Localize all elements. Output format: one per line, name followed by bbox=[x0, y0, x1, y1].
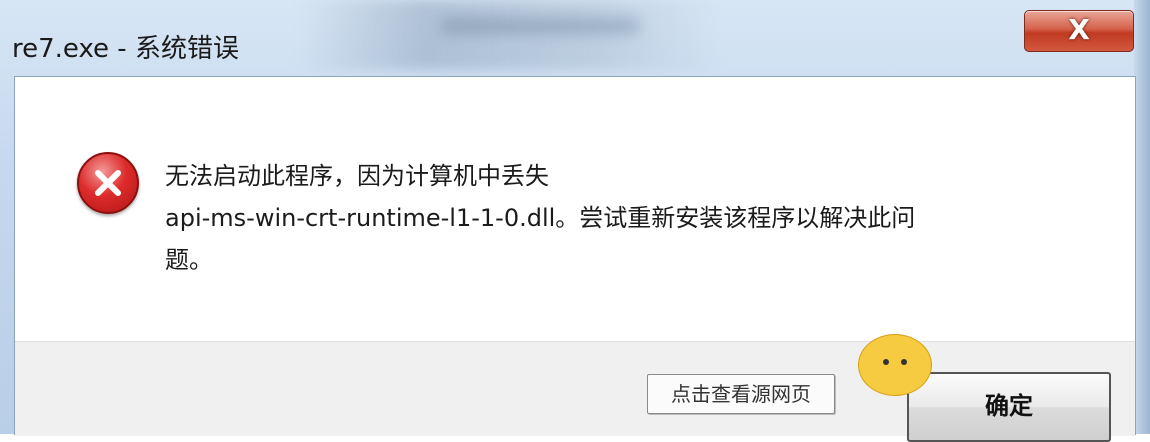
ok-button[interactable]: 确定 bbox=[907, 372, 1111, 442]
message-line: 题。 bbox=[165, 246, 213, 274]
message-area: 无法启动此程序，因为计算机中丢失 api-ms-win-crt-runtime-… bbox=[15, 77, 1135, 341]
view-source-button[interactable]: 点击查看源网页 bbox=[647, 374, 835, 414]
message-line: api-ms-win-crt-runtime-l1-1-0.dll。尝试重新安装… bbox=[165, 204, 916, 232]
window-title: re7.exe - 系统错误 bbox=[12, 34, 239, 64]
close-button[interactable]: X bbox=[1024, 10, 1134, 52]
message-line: 无法启动此程序，因为计算机中丢失 bbox=[165, 162, 549, 190]
close-icon: X bbox=[1068, 13, 1090, 46]
chick-eye bbox=[901, 359, 907, 365]
chick-icon bbox=[858, 334, 932, 396]
error-icon bbox=[77, 152, 139, 214]
error-message: 无法启动此程序，因为计算机中丢失 api-ms-win-crt-runtime-… bbox=[165, 155, 1065, 281]
dialog-client-area: 无法启动此程序，因为计算机中丢失 api-ms-win-crt-runtime-… bbox=[14, 76, 1136, 442]
window-edge bbox=[1134, 0, 1150, 434]
chick-eye bbox=[883, 359, 889, 365]
button-bar: 点击查看源网页 确定 bbox=[15, 341, 1135, 442]
title-bar[interactable]: re7.exe - 系统错误 X bbox=[0, 0, 1150, 72]
